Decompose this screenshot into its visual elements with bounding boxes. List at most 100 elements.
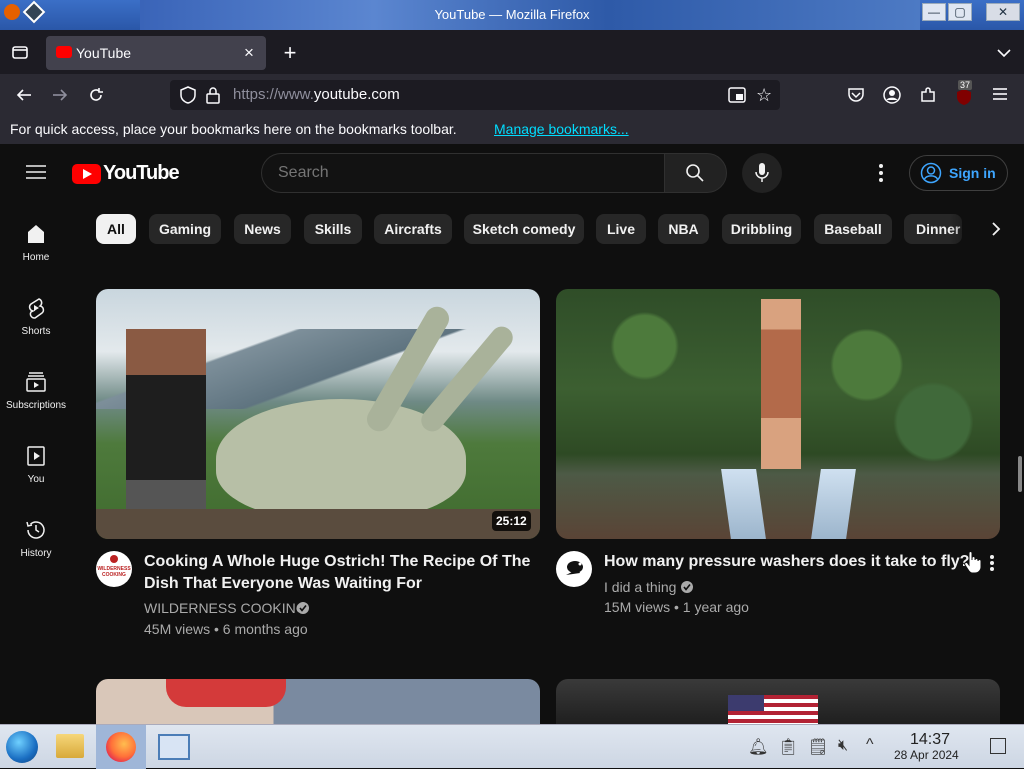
sign-in-label: Sign in: [949, 165, 996, 181]
sidebar-item-label: Home: [22, 252, 50, 263]
start-menu-icon[interactable]: [6, 731, 38, 763]
video-stats: 15M views • 1 year ago: [604, 599, 749, 615]
search-box[interactable]: [261, 153, 664, 193]
sidebar-item-home[interactable]: Home: [0, 222, 72, 263]
app-menu-icon[interactable]: [990, 86, 1010, 106]
home-icon: [28, 225, 44, 243]
sign-in-button[interactable]: Sign in: [909, 155, 1008, 191]
chip-news[interactable]: News: [234, 214, 291, 244]
water-jet-shape: [811, 469, 856, 539]
chip-sketch-comedy[interactable]: Sketch comedy: [464, 214, 584, 244]
verified-icon: [297, 602, 309, 614]
youtube-logo-text: YouTube: [103, 162, 180, 184]
show-desktop-icon[interactable]: [990, 738, 1006, 754]
clipboard-icon[interactable]: 📋︎: [778, 737, 798, 757]
microphone-icon: [755, 163, 769, 182]
account-icon[interactable]: [882, 86, 902, 109]
close-window-button[interactable]: ✕: [986, 3, 1020, 21]
chip-all[interactable]: All: [96, 214, 136, 244]
window-title: YouTube — Mozilla Firefox: [434, 7, 590, 22]
video-thumbnail[interactable]: [96, 679, 540, 724]
url-prefix: https://www.: [233, 86, 314, 103]
subscriptions-icon: [26, 372, 46, 392]
table-log-shape: [96, 509, 540, 539]
voice-search-button[interactable]: [742, 153, 782, 193]
clock-time[interactable]: 14:37: [910, 731, 950, 749]
settings-more-icon[interactable]: [876, 163, 886, 183]
red-cap-shape: [166, 679, 286, 707]
sidebar-item-shorts[interactable]: Shorts: [0, 296, 72, 337]
video-title-line[interactable]: How many pressure washers does it take t…: [604, 551, 969, 573]
tab-title: YouTube: [76, 45, 132, 61]
volume-muted-icon[interactable]: 🔇︎: [838, 737, 848, 755]
url-host: youtube.com: [313, 86, 400, 103]
channel-name[interactable]: WILDERNESS COOKING: [144, 600, 307, 616]
verified-icon: [681, 581, 693, 593]
maximize-button[interactable]: ▢: [948, 3, 972, 21]
chip-nba[interactable]: NBA: [658, 214, 709, 244]
minimize-button[interactable]: —: [922, 3, 946, 21]
chips-next-button[interactable]: [980, 214, 1010, 244]
video-thumbnail[interactable]: 25:12: [96, 289, 540, 539]
youtube-logo-icon: [72, 164, 101, 184]
taskbar-firefox-item[interactable]: [96, 725, 146, 769]
extensions-icon[interactable]: [918, 86, 938, 109]
notes-icon[interactable]: 🗒︎: [808, 737, 828, 757]
tab-overview-icon[interactable]: [10, 43, 30, 66]
sidebar-item-label: Subscriptions: [5, 400, 67, 411]
video-thumbnail[interactable]: [556, 289, 1000, 539]
video-menu-icon[interactable]: [988, 554, 996, 572]
manage-bookmarks-link[interactable]: Manage bookmarks...: [494, 121, 629, 137]
person-figure: [761, 299, 801, 469]
tab-youtube[interactable]: YouTube ×: [46, 36, 266, 70]
channel-avatar[interactable]: [556, 551, 592, 587]
tab-close-button[interactable]: ×: [244, 43, 254, 63]
search-input[interactable]: [278, 162, 648, 184]
forward-button[interactable]: [50, 86, 70, 109]
sidebar-item-label: You: [27, 474, 45, 485]
extension-badge: 37: [958, 80, 973, 90]
network-manager-icon[interactable]: [158, 734, 190, 760]
bookmark-star-icon[interactable]: ☆: [756, 85, 772, 106]
shield-icon[interactable]: [180, 86, 196, 109]
new-tab-button[interactable]: +: [280, 42, 300, 64]
guide-menu-icon[interactable]: [26, 164, 46, 185]
video-title-line[interactable]: Dish That Everyone Was Waiting For: [144, 573, 422, 595]
water-jet-shape: [721, 469, 766, 539]
pocket-icon[interactable]: [846, 86, 866, 109]
shorts-icon: [28, 298, 45, 319]
clock-date[interactable]: 28 Apr 2024: [894, 748, 959, 762]
channel-name[interactable]: I did a thing: [604, 579, 676, 595]
firefox-icon: [106, 732, 136, 762]
reload-button[interactable]: [86, 86, 106, 109]
video-stats: 45M views • 6 months ago: [144, 621, 308, 637]
chip-dribbling[interactable]: Dribbling: [722, 214, 801, 244]
you-icon: [27, 446, 45, 466]
hand-cursor-icon: [964, 551, 982, 574]
page-scrollbar-thumb[interactable]: [1018, 456, 1022, 492]
video-title-line[interactable]: Cooking A Whole Huge Ostrich! The Recipe…: [144, 551, 530, 573]
notification-bell-icon[interactable]: 🔔︎: [748, 737, 768, 757]
ublock-extension-icon[interactable]: 37: [954, 80, 974, 106]
url-text[interactable]: https://www.youtube.com: [233, 86, 400, 103]
sidebar-item-subscriptions[interactable]: Subscriptions: [0, 370, 72, 411]
chip-baseball[interactable]: Baseball: [814, 214, 892, 244]
back-button[interactable]: [14, 86, 34, 109]
chip-gaming[interactable]: Gaming: [149, 214, 221, 244]
tray-expand-icon[interactable]: ^: [866, 736, 874, 754]
search-button[interactable]: [664, 153, 727, 193]
chip-live[interactable]: Live: [596, 214, 646, 244]
youtube-logo[interactable]: YouTube: [72, 162, 180, 186]
file-manager-icon[interactable]: [56, 734, 84, 758]
video-thumbnail[interactable]: [556, 679, 1000, 724]
lock-icon[interactable]: [206, 86, 220, 109]
sidebar-item-you[interactable]: You: [0, 444, 72, 485]
sidebar-item-history[interactable]: History: [0, 518, 72, 559]
picture-in-picture-icon[interactable]: [728, 87, 746, 108]
chip-skills[interactable]: Skills: [304, 214, 362, 244]
url-bar[interactable]: https://www.youtube.com ☆: [170, 80, 780, 110]
chip-aircrafts[interactable]: Aircrafts: [374, 214, 452, 244]
os-title-bar: YouTube — Mozilla Firefox — ▢ ✕: [0, 0, 1024, 30]
list-tabs-icon[interactable]: [994, 43, 1014, 63]
channel-avatar[interactable]: WILDERNESS COOKING: [96, 551, 132, 587]
